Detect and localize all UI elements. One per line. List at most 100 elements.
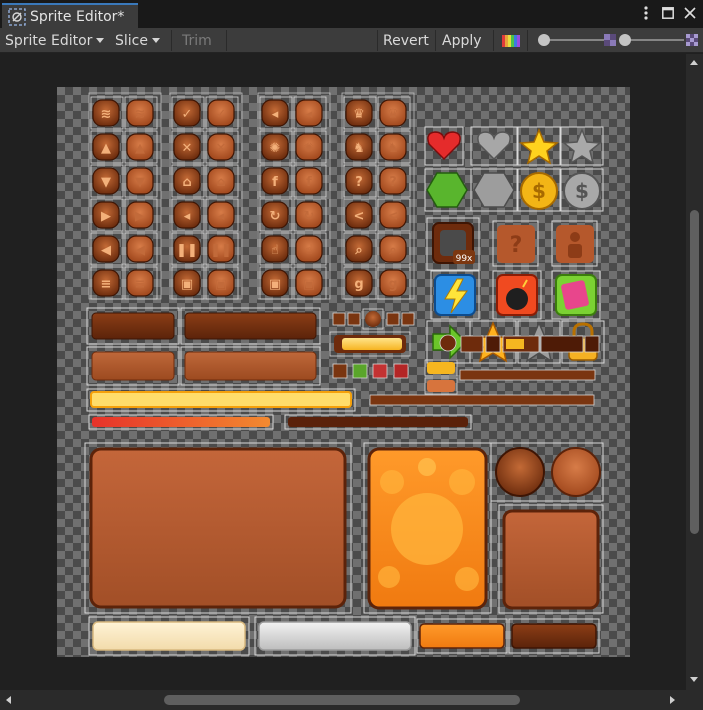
button-glyph-icon: ✕: [216, 141, 227, 156]
scroll-left-icon[interactable]: [6, 696, 11, 704]
round-button-light: [551, 447, 601, 497]
button-glyph-icon: ▲: [135, 141, 145, 156]
button-glyph-icon: ◂: [272, 107, 279, 122]
button-glyph-icon: ❚❚: [210, 243, 232, 258]
button-glyph-icon: ◀: [135, 243, 145, 258]
button-glyph-icon: ▶: [135, 209, 145, 224]
apply-label: Apply: [442, 32, 482, 49]
sprite-canvas[interactable]: ≋ ≋ ▲ ▲ ▼ ▼ ▶ ▶ ◀ ◀ ≡ ≡ ✓ ✓ ✕ ✕ ⌂ ⌂ ◂ ◂ ❚❚ ❚❚ ▣ ▣ ◂ ◂ ✺ ✺ f f ↻ ↻ ☝ ☝ ▣ ▣ ♛ ♛…: [0, 54, 703, 690]
trim-button[interactable]: Trim: [182, 28, 212, 53]
svg-text:$: $: [575, 179, 589, 203]
button-glyph-icon: ▶: [101, 209, 111, 224]
button-glyph-icon: ✺: [304, 141, 315, 156]
rgb-channel-icon: [502, 34, 520, 47]
button-glyph-icon: ▣: [269, 277, 281, 292]
button-glyph-icon: ✺: [270, 141, 281, 156]
button-glyph-icon: ⌂: [182, 175, 191, 190]
button-glyph-icon: ◀: [101, 243, 111, 258]
button-glyph-icon: <: [388, 209, 399, 224]
scroll-right-icon[interactable]: [670, 696, 675, 704]
revert-label: Revert: [383, 32, 429, 49]
maximize-icon[interactable]: [661, 5, 675, 21]
button-glyph-icon: ✕: [182, 141, 193, 156]
panels: [84, 442, 604, 614]
sprite-editor-tab[interactable]: Sprite Editor*: [2, 3, 138, 28]
toolbar-divider: [527, 30, 528, 51]
zoom-slider-track[interactable]: [542, 39, 604, 41]
button-glyph-icon: ♞: [353, 141, 365, 156]
star-grey-icon: [562, 128, 602, 165]
button-glyph-icon: ◂: [184, 209, 191, 224]
toolbar-divider: [377, 30, 378, 51]
button-glyph-icon: ♞: [387, 141, 399, 156]
horizontal-scrollbar[interactable]: [0, 690, 703, 710]
scroll-down-icon[interactable]: [690, 677, 698, 682]
button-glyph-icon: ◂: [218, 209, 225, 224]
button-glyph-icon: ≋: [135, 107, 146, 122]
button-glyph-icon: ▲: [101, 141, 111, 156]
close-icon[interactable]: [683, 5, 697, 21]
sprite-editor-toolbar: Sprite Editor Slice Trim Revert Apply: [0, 28, 703, 53]
heart-grey-icon: [477, 131, 511, 161]
bomb-icon: [506, 288, 528, 310]
count-badge-text: 99x: [456, 254, 473, 264]
button-glyph-icon: ⌂: [216, 175, 225, 190]
button-glyph-icon: ↻: [270, 209, 281, 224]
color-channel-toggle[interactable]: [502, 28, 520, 53]
mip-slider-track[interactable]: [622, 39, 684, 41]
frames: 99x ?: [426, 217, 598, 271]
apply-button[interactable]: Apply: [442, 28, 482, 53]
button-glyph-icon: ☝: [305, 243, 313, 258]
sprite-sheet-texture[interactable]: ≋ ≋ ▲ ▲ ▼ ▼ ▶ ▶ ◀ ◀ ≡ ≡ ✓ ✓ ✕ ✕ ⌂ ⌂ ◂ ◂ ❚❚ ❚❚ ▣ ▣ ◂ ◂ ✺ ✺ f f ↻ ↻ ☝ ☝ ▣ ▣ ♛ ♛…: [57, 87, 630, 657]
tab-title: Sprite Editor*: [30, 8, 125, 25]
sprite-editor-mode-label: Sprite Editor: [5, 32, 93, 49]
more-options-icon[interactable]: [639, 5, 653, 21]
slice-dropdown[interactable]: Slice: [115, 28, 160, 53]
collectible-icons: $ $: [424, 126, 604, 212]
button-glyph-icon: ❚❚: [176, 243, 198, 258]
button-glyph-icon: ▣: [303, 277, 315, 292]
grey-gem-icon: [473, 172, 515, 208]
button-glyph-icon: ♛: [353, 107, 365, 122]
green-gem-icon: [426, 172, 468, 208]
window-tab-bar: Sprite Editor*: [0, 0, 703, 28]
horizontal-scroll-thumb[interactable]: [164, 695, 520, 705]
button-glyph-icon: ▼: [135, 175, 145, 190]
slice-label: Slice: [115, 32, 148, 49]
button-glyph-icon: g: [388, 277, 397, 292]
button-glyph-icon: ≡: [135, 277, 146, 292]
revert-button[interactable]: Revert: [383, 28, 429, 53]
heart-icon: [427, 131, 461, 161]
toolbar-divider: [171, 30, 172, 51]
powerup-icons: [430, 270, 601, 320]
vertical-scrollbar[interactable]: [686, 54, 703, 690]
chevron-down-icon: [151, 38, 160, 43]
vertical-scroll-thumb[interactable]: [690, 210, 699, 534]
button-glyph-icon: ?: [355, 175, 363, 190]
button-glyph-icon: ≡: [101, 277, 112, 292]
bottom-bars: [88, 616, 600, 656]
button-glyph-icon: ☝: [271, 243, 279, 258]
user-icon: [570, 232, 580, 242]
button-glyph-icon: f: [272, 175, 278, 190]
button-glyph-icon: ▣: [181, 277, 193, 292]
button-glyph-icon: ◂: [306, 107, 313, 122]
chevron-down-icon: [96, 38, 105, 43]
small-controls: [329, 308, 600, 406]
long-bars: [86, 307, 472, 430]
button-glyph-icon: ↻: [304, 209, 315, 224]
zoom-slider-handle[interactable]: [538, 34, 550, 46]
toolbar-divider: [493, 30, 494, 51]
star-icon: [519, 128, 559, 165]
button-glyph-icon: g: [354, 277, 363, 292]
checker-alpha-icon: [604, 34, 616, 46]
button-glyph-icon: ♛: [387, 107, 399, 122]
mip-slider-handle[interactable]: [619, 34, 631, 46]
scroll-up-icon[interactable]: [690, 60, 698, 65]
button-glyph-icon: ▣: [215, 277, 227, 292]
button-glyph-icon: ?: [389, 175, 397, 190]
svg-text:$: $: [532, 179, 546, 203]
sprite-editor-mode-dropdown[interactable]: Sprite Editor: [5, 28, 105, 53]
sprite-sheet-artwork: ≋ ≋ ▲ ▲ ▼ ▼ ▶ ▶ ◀ ◀ ≡ ≡ ✓ ✓ ✕ ✕ ⌂ ⌂ ◂ ◂ ❚❚ ❚❚ ▣ ▣ ◂ ◂ ✺ ✺ f f ↻ ↻ ☝ ☝ ▣ ▣ ♛ ♛…: [84, 92, 605, 656]
button-glyph-icon: ≋: [101, 107, 112, 122]
